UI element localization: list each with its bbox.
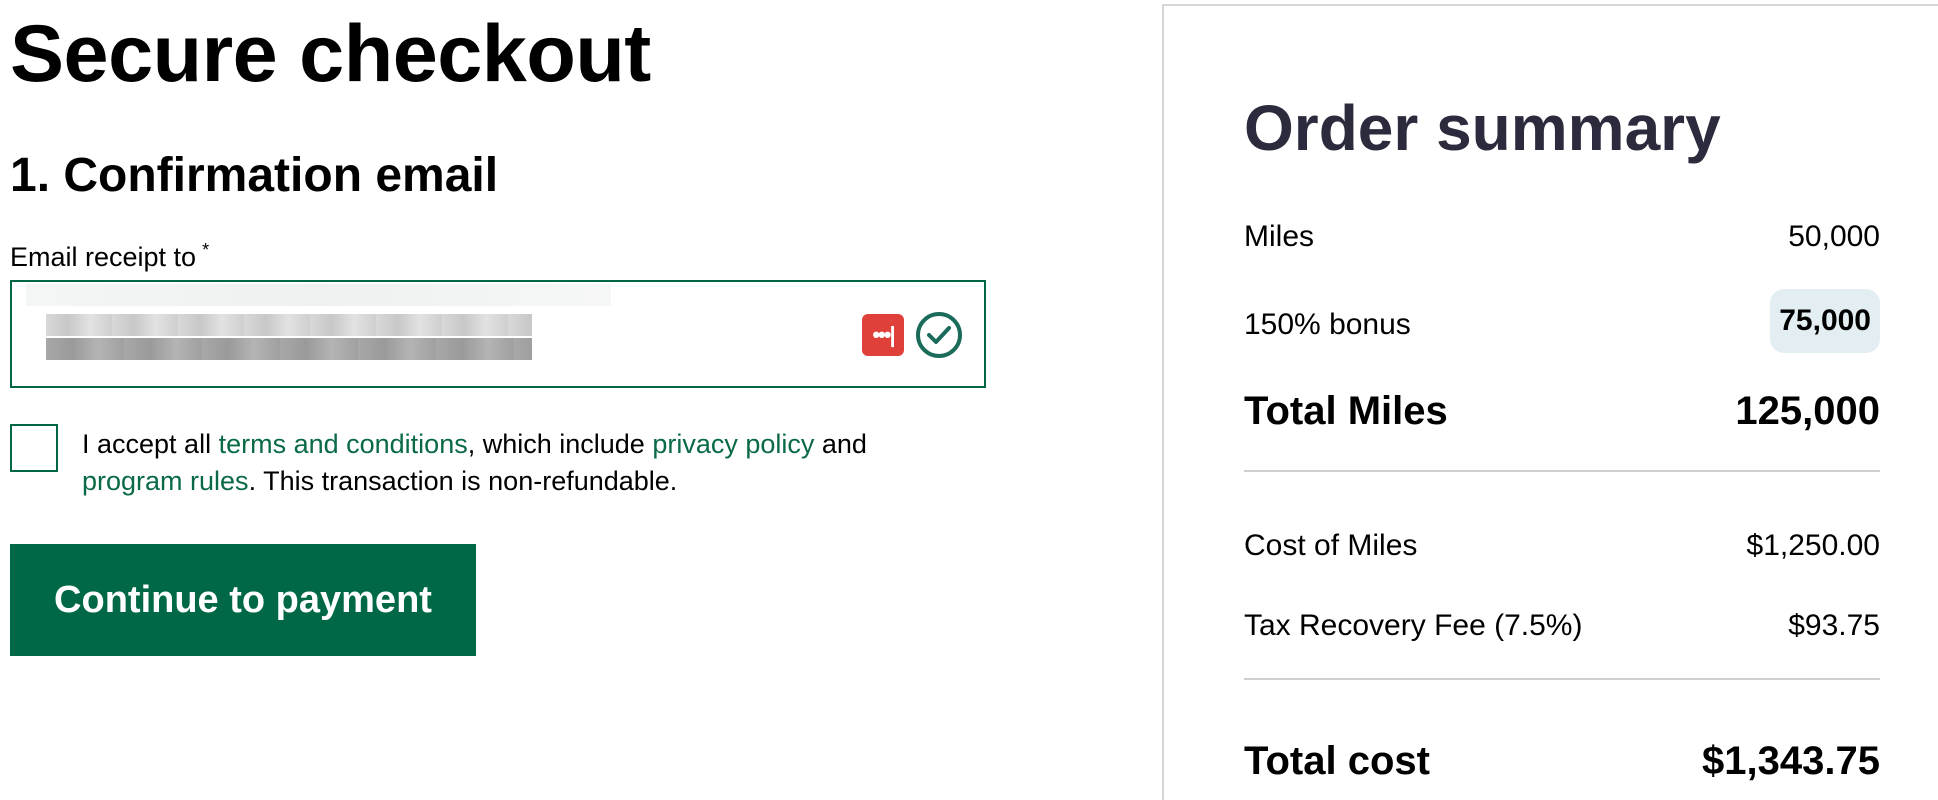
accept-text-prefix: I accept all [82,429,219,459]
redacted-email-value [26,284,611,374]
program-rules-link[interactable]: program rules [82,466,249,496]
summary-row-bonus: 150% bonus 75,000 [1244,289,1880,353]
summary-row-total-miles: Total Miles 125,000 [1244,386,1880,436]
accept-terms-text: I accept all terms and conditions, which… [82,426,942,500]
summary-row-tax-fee: Tax Recovery Fee (7.5%) $93.75 [1244,601,1880,651]
accept-text-and: and [814,429,867,459]
password-manager-icon[interactable]: •••| [862,314,904,356]
redacted-bar [26,284,611,306]
order-summary-panel: Order summary Miles 50,000 150% bonus 75… [1162,4,1938,800]
row-value: 125,000 [1735,389,1880,433]
checkmark-circle-icon [916,312,962,358]
bonus-badge: 75,000 [1770,289,1880,353]
row-label: Total cost [1244,739,1430,783]
continue-to-payment-button[interactable]: Continue to payment [10,544,476,656]
checkout-page: Secure checkout 1. Confirmation email Em… [0,0,1938,800]
summary-divider [1244,470,1880,472]
row-label: Cost of Miles [1244,529,1418,562]
summary-row-total-cost: Total cost $1,343.75 [1244,736,1880,786]
row-value: $1,343.75 [1702,739,1880,783]
order-summary-title: Order summary [1244,92,1721,164]
summary-row-miles: Miles 50,000 [1244,212,1880,262]
page-title: Secure checkout [10,9,651,99]
summary-row-cost-of-miles: Cost of Miles $1,250.00 [1244,521,1880,571]
redacted-bar [46,338,532,360]
row-label: Tax Recovery Fee (7.5%) [1244,609,1583,642]
row-label: Total Miles [1244,389,1448,433]
email-label: Email receipt to * [10,232,209,275]
row-label: 150% bonus [1244,308,1411,341]
row-label: Miles [1244,220,1315,253]
email-field[interactable]: •••| [10,280,986,388]
redacted-bar [46,314,532,336]
row-value: $1,250.00 [1746,529,1880,562]
section-title: 1. Confirmation email [10,149,499,202]
row-value: $93.75 [1788,609,1880,642]
summary-divider [1244,678,1880,680]
terms-link[interactable]: terms and conditions [219,429,468,459]
email-label-text: Email receipt to [10,242,197,272]
accept-text-middle: , which include [467,429,653,459]
required-marker: * [202,240,210,260]
accept-text-suffix: . This transaction is non-refundable. [248,466,678,496]
privacy-policy-link[interactable]: privacy policy [652,429,814,459]
accept-terms-checkbox[interactable] [10,424,58,472]
row-value: 50,000 [1788,220,1880,253]
